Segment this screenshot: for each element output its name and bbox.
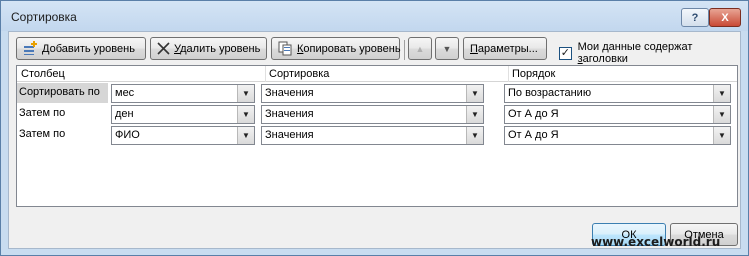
chevron-down-icon[interactable]: ▼ xyxy=(466,85,483,102)
order-select[interactable]: От А до Я ▼ xyxy=(504,105,731,124)
sort-level-row[interactable]: Затем по ФИО ▼ Значения ▼ От А до Я ▼ xyxy=(17,125,737,145)
order-select-value: По возрастанию xyxy=(508,87,592,99)
header-order: Порядок xyxy=(512,68,556,80)
row-label: Затем по xyxy=(19,128,66,140)
column-select-value: ФИО xyxy=(115,129,140,141)
watermark: www.excelworld.ru xyxy=(591,235,721,249)
options-label: Параметры... xyxy=(470,42,538,55)
sort-level-row[interactable]: Сортировать по мес ▼ Значения ▼ По возра… xyxy=(17,83,737,103)
close-button[interactable]: X xyxy=(709,8,741,27)
has-headers-option[interactable]: ✓ Мои данные содержат заголовки xyxy=(559,41,740,65)
header-divider xyxy=(508,66,509,82)
chevron-down-icon[interactable]: ▼ xyxy=(466,127,483,144)
has-headers-label: Мои данные содержат заголовки xyxy=(577,41,693,65)
chevron-down-icon[interactable]: ▼ xyxy=(237,85,254,102)
move-up-button[interactable]: ▲ xyxy=(408,37,432,60)
order-select[interactable]: От А до Я ▼ xyxy=(504,126,731,145)
sort-on-select-value: Значения xyxy=(265,87,314,99)
move-up-icon: ▲ xyxy=(415,43,425,54)
sort-on-select-value: Значения xyxy=(265,129,314,141)
sort-on-select[interactable]: Значения ▼ xyxy=(261,84,484,103)
has-headers-checkbox[interactable]: ✓ xyxy=(559,46,572,60)
title-bar: Сортировка ? X xyxy=(1,1,748,31)
column-select[interactable]: мес ▼ xyxy=(111,84,255,103)
column-select[interactable]: ФИО ▼ xyxy=(111,126,255,145)
add-level-label: Добавить уровень xyxy=(42,42,135,55)
dialog-title: Сортировка xyxy=(11,10,77,24)
options-button[interactable]: Параметры... xyxy=(463,37,547,60)
add-level-icon xyxy=(23,41,38,56)
copy-level-icon xyxy=(278,41,293,56)
delete-level-label: Удалить уровень xyxy=(174,42,261,55)
move-down-button[interactable]: ▼ xyxy=(435,37,459,60)
copy-level-label: Копировать уровень xyxy=(297,42,401,55)
sort-on-select[interactable]: Значения ▼ xyxy=(261,126,484,145)
grid-header: Столбец Сортировка Порядок xyxy=(17,66,737,82)
delete-level-button[interactable]: Удалить уровень xyxy=(150,37,267,60)
sort-on-select-value: Значения xyxy=(265,108,314,120)
sort-dialog: Сортировка ? X Добавить уровень Удалить … xyxy=(0,0,749,256)
column-select[interactable]: ден ▼ xyxy=(111,105,255,124)
header-divider xyxy=(265,66,266,82)
toolbar-separator xyxy=(404,40,405,60)
order-select-value: От А до Я xyxy=(508,129,559,141)
sort-levels-grid: Столбец Сортировка Порядок Сортировать п… xyxy=(16,65,738,207)
column-select-value: ден xyxy=(115,108,134,120)
header-sort-on: Сортировка xyxy=(269,68,330,80)
move-down-icon: ▼ xyxy=(442,43,452,54)
chevron-down-icon[interactable]: ▼ xyxy=(713,127,730,144)
copy-level-button[interactable]: Копировать уровень xyxy=(271,37,401,60)
delete-level-icon xyxy=(157,41,170,56)
row-label: Сортировать по xyxy=(17,83,108,103)
order-select-value: От А до Я xyxy=(508,108,559,120)
help-button[interactable]: ? xyxy=(681,8,709,27)
sort-on-select[interactable]: Значения ▼ xyxy=(261,105,484,124)
chevron-down-icon[interactable]: ▼ xyxy=(237,106,254,123)
row-label: Затем по xyxy=(19,107,66,119)
chevron-down-icon[interactable]: ▼ xyxy=(237,127,254,144)
column-select-value: мес xyxy=(115,87,135,99)
chevron-down-icon[interactable]: ▼ xyxy=(713,106,730,123)
dialog-body: Добавить уровень Удалить уровень Копиров… xyxy=(8,31,741,249)
order-select[interactable]: По возрастанию ▼ xyxy=(504,84,731,103)
chevron-down-icon[interactable]: ▼ xyxy=(466,106,483,123)
header-column: Столбец xyxy=(21,68,65,80)
add-level-button[interactable]: Добавить уровень xyxy=(16,37,146,60)
chevron-down-icon[interactable]: ▼ xyxy=(713,85,730,102)
sort-level-row[interactable]: Затем по ден ▼ Значения ▼ От А до Я ▼ xyxy=(17,104,737,124)
